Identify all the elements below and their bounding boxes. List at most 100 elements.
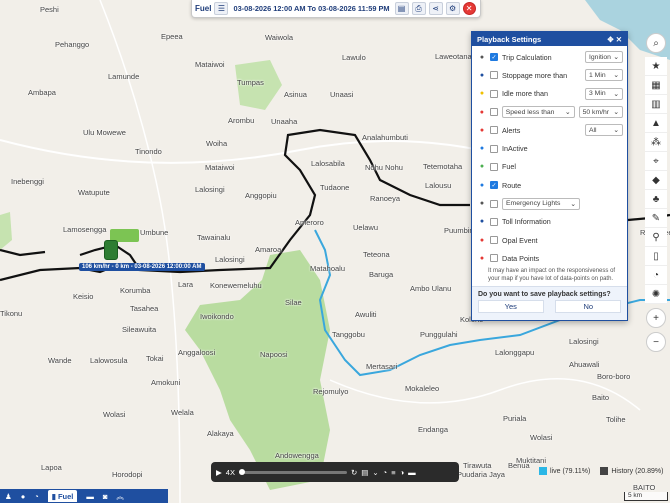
place-label: Amaroa — [255, 245, 282, 254]
panel-rows: ● ✓ Trip Calculation Ignition ⌄ ● Stoppage mor… — [472, 46, 627, 270]
place-label: Boro-boro — [597, 372, 631, 381]
truck-icon[interactable]: ▬ — [86, 492, 94, 501]
date-range[interactable]: 03-08-2026 12:00 AM To 03-08-2026 11:59 … — [233, 4, 389, 13]
setting-checkbox[interactable]: ✓ — [490, 53, 498, 62]
place-label: Anggopiu — [245, 191, 277, 200]
share-icon[interactable]: ⋖ — [428, 2, 443, 15]
yes-button[interactable]: Yes — [477, 300, 544, 313]
setting-label: Toll Information — [502, 217, 551, 227]
playback-controls: ▶ 4X ↻ ▤ ⌄ ◔ ≡ ◑ ▬ — [211, 462, 459, 482]
place-label: Ahuawali — [569, 360, 600, 369]
layers-icon[interactable]: ≡ — [391, 468, 395, 477]
place-label: Tikonu — [0, 309, 23, 318]
slider-knob[interactable] — [238, 468, 245, 475]
pointer-icon[interactable]: ◑ — [400, 468, 405, 477]
setting-checkbox[interactable] — [490, 254, 498, 263]
setting-label: InActive — [502, 144, 528, 154]
setting-select[interactable]: 3 Min ⌄ — [585, 87, 623, 100]
place-label: Watupute — [78, 188, 110, 197]
truck-icon[interactable]: ▬ — [408, 468, 416, 477]
place-label: Ameroro — [295, 218, 324, 227]
speedometer-icon[interactable]: ◔ — [34, 492, 39, 501]
setting-checkbox[interactable] — [490, 162, 498, 171]
no-button[interactable]: No — [555, 300, 622, 313]
speed-label[interactable]: 4X — [226, 468, 235, 477]
pin-icon[interactable]: ⚲ — [645, 228, 667, 247]
setting-checkbox[interactable] — [490, 236, 498, 245]
live-label: live (79.11%) — [550, 467, 591, 475]
mobile-icon[interactable]: ▯ — [645, 247, 667, 266]
table-icon[interactable]: ▤ — [361, 468, 368, 477]
print-icon[interactable]: ⎙ — [411, 2, 426, 15]
setting-select[interactable]: All ⌄ — [585, 124, 623, 137]
speed-select[interactable]: 50 km/hr ⌄ — [578, 106, 623, 119]
place-label: Tumpas — [237, 78, 264, 87]
settings-icon[interactable]: ✺ — [645, 285, 667, 304]
route-icon[interactable]: ⌖ — [645, 152, 667, 171]
camera-icon[interactable]: ◙ — [103, 492, 108, 501]
setting-checkbox[interactable] — [490, 217, 498, 226]
place-label: Awuliti — [355, 310, 377, 319]
report-icon[interactable]: ▤ — [394, 2, 409, 15]
measure-icon[interactable]: ▲ — [645, 114, 667, 133]
place-label: Punggulahi — [420, 330, 458, 339]
setting-select[interactable]: Speed less than ⌄ — [501, 106, 575, 119]
gear-icon[interactable]: ⚙ — [445, 2, 460, 15]
filter-icon[interactable]: ⌄ — [372, 468, 378, 477]
place-label: Mataiwoi — [195, 60, 225, 69]
setting-row: ● Alerts All ⌄ — [476, 121, 623, 139]
chart-icon[interactable]: ◔ — [383, 468, 388, 477]
setting-checkbox[interactable] — [490, 144, 498, 153]
setting-select[interactable]: Emergency Lights ⌄ — [502, 197, 580, 210]
setting-checkbox[interactable] — [490, 199, 498, 208]
playback-slider[interactable] — [238, 468, 347, 475]
place-label: Mokaleleo — [405, 384, 440, 393]
place-label: Laweotana — [435, 52, 472, 61]
grid-icon[interactable]: ▥ — [645, 95, 667, 114]
nearby-icon[interactable]: ⁂ — [645, 133, 667, 152]
chevron-down-icon: ⌄ — [613, 72, 619, 80]
panel-header[interactable]: Playback Settings ✥ ✕ — [472, 32, 627, 46]
select-value: Emergency Lights — [506, 200, 561, 208]
place-label: Lalowosula — [90, 356, 128, 365]
star-icon[interactable]: ★ — [645, 57, 667, 76]
fuel-tab[interactable]: ▮ Fuel — [47, 490, 78, 502]
select-value: 3 Min — [589, 90, 606, 98]
layers-icon[interactable]: ▦ — [645, 76, 667, 95]
expand-icon[interactable]: ︽ — [116, 491, 124, 502]
tree-icon[interactable]: ♣ — [645, 190, 667, 209]
close-icon[interactable]: ✕ — [462, 2, 476, 15]
person-icon[interactable]: ♟ — [5, 492, 12, 501]
zoom-in-button[interactable]: + — [646, 308, 666, 328]
setting-select[interactable]: 1 Min ⌄ — [585, 69, 623, 82]
bottom-bar: ♟ ● ◔ ▮ Fuel ▬ ◙ ︽ — [0, 489, 168, 503]
setting-checkbox[interactable] — [490, 126, 498, 135]
tooltip-icon[interactable]: ◔ — [645, 266, 667, 285]
replay-icon[interactable]: ↻ — [351, 468, 357, 477]
setting-icon: ● — [479, 108, 485, 116]
circle-icon[interactable]: ● — [21, 492, 26, 501]
play-icon[interactable]: ▶ — [216, 468, 222, 477]
setting-checkbox[interactable] — [489, 108, 498, 117]
list-icon[interactable]: ☰ — [214, 2, 229, 15]
setting-checkbox[interactable] — [490, 71, 498, 80]
legend-history: History (20.89%) — [600, 467, 663, 475]
place-label: Lapoa — [41, 463, 62, 472]
place-label: BAITO — [633, 483, 656, 492]
zoom-out-button[interactable]: − — [646, 332, 666, 352]
move-close-icons[interactable]: ✥ ✕ — [607, 35, 622, 44]
setting-checkbox[interactable]: ✓ — [490, 181, 498, 190]
edit-icon[interactable]: ✎ — [645, 209, 667, 228]
setting-select[interactable]: Ignition ⌄ — [585, 51, 623, 64]
save-settings-box: Do you want to save playback settings? Y… — [472, 286, 627, 320]
tag-icon[interactable]: ◆ — [645, 171, 667, 190]
place-label: Wolasi — [530, 433, 553, 442]
place-label: Matahoalu — [310, 264, 346, 273]
route-history — [0, 248, 46, 257]
setting-checkbox[interactable] — [490, 89, 498, 98]
vehicle-marker-icon[interactable] — [104, 240, 118, 260]
setting-row: ● ✓ Trip Calculation Ignition ⌄ — [476, 48, 623, 66]
search-icon[interactable]: ⌕ — [646, 33, 666, 53]
place-label: Korumba — [120, 286, 151, 295]
place-label: Lalonggapu — [495, 348, 535, 357]
